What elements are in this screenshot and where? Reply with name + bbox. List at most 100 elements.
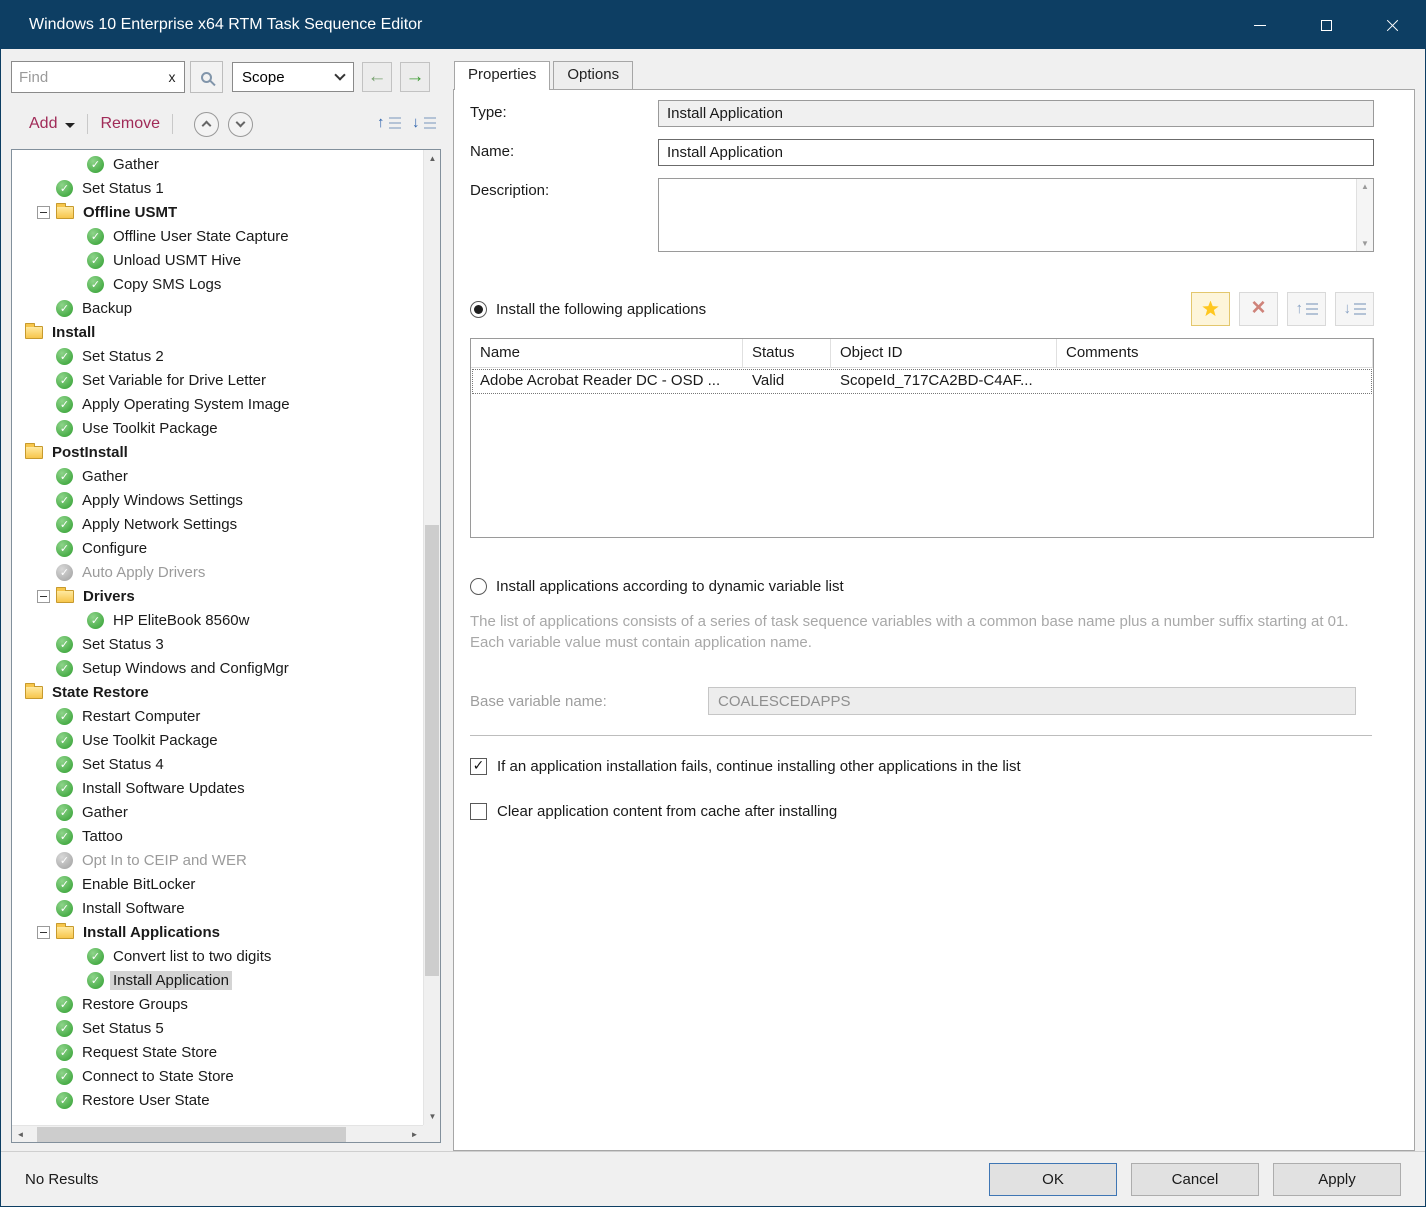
tree-item-auto-apply-drivers[interactable]: ✓Auto Apply Drivers	[12, 560, 423, 584]
tree-expander-icon[interactable]	[37, 206, 50, 219]
scroll-up-icon[interactable]	[424, 150, 441, 167]
tree-item-install[interactable]: Install	[12, 320, 423, 344]
find-previous-button[interactable]: ←	[362, 62, 392, 92]
dynamic-variable-radio-row[interactable]: Install applications according to dynami…	[470, 578, 1374, 595]
tree-item-gather[interactable]: ✓Gather	[12, 464, 423, 488]
add-button[interactable]: Add	[29, 115, 75, 133]
tree-item-tattoo[interactable]: ✓Tattoo	[12, 824, 423, 848]
clear-cache-checkbox[interactable]	[470, 803, 487, 820]
footer-buttons: OK Cancel Apply	[975, 1163, 1401, 1196]
scroll-down-icon[interactable]	[424, 1108, 441, 1125]
tree-item-gather[interactable]: ✓Gather	[12, 152, 423, 176]
apply-button[interactable]: Apply	[1273, 1163, 1401, 1196]
tree-horizontal-scrollbar[interactable]	[12, 1125, 423, 1142]
tree-item-gather[interactable]: ✓Gather	[12, 800, 423, 824]
scroll-track[interactable]	[424, 167, 440, 1108]
column-header-object-id[interactable]: Object ID	[831, 339, 1057, 367]
tree-item-set-status-4[interactable]: ✓Set Status 4	[12, 752, 423, 776]
tree-item-offline-user-state-capture[interactable]: ✓Offline User State Capture	[12, 224, 423, 248]
find-next-button[interactable]: →	[400, 62, 430, 92]
delete-x-icon: ×	[1251, 296, 1265, 320]
tree-item-convert-list-to-two-digits[interactable]: ✓Convert list to two digits	[12, 944, 423, 968]
find-clear-button[interactable]: x	[160, 69, 184, 85]
tree-item-use-toolkit-package[interactable]: ✓Use Toolkit Package	[12, 416, 423, 440]
tab-properties[interactable]: Properties	[454, 61, 550, 90]
tree-item-apply-operating-system-image[interactable]: ✓Apply Operating System Image	[12, 392, 423, 416]
tree-item-install-software[interactable]: ✓Install Software	[12, 896, 423, 920]
remove-button[interactable]: Remove	[100, 115, 160, 133]
tree-item-apply-network-settings[interactable]: ✓Apply Network Settings	[12, 512, 423, 536]
clear-cache-label: Clear application content from cache aft…	[497, 803, 837, 820]
scroll-up-icon[interactable]	[1361, 182, 1369, 191]
folder-icon	[56, 590, 74, 603]
tree-item-connect-to-state-store[interactable]: ✓Connect to State Store	[12, 1064, 423, 1088]
tree-item-configure[interactable]: ✓Configure	[12, 536, 423, 560]
scroll-down-icon[interactable]	[1361, 239, 1369, 248]
tree-item-install-software-updates[interactable]: ✓Install Software Updates	[12, 776, 423, 800]
tree-item-set-status-5[interactable]: ✓Set Status 5	[12, 1016, 423, 1040]
scroll-left-icon[interactable]	[12, 1126, 29, 1143]
scroll-right-icon[interactable]	[406, 1126, 423, 1143]
description-scrollbar[interactable]	[1356, 179, 1373, 251]
tree-item-restore-groups[interactable]: ✓Restore Groups	[12, 992, 423, 1016]
install-following-radio-row[interactable]: Install the following applications	[470, 301, 706, 318]
tree-item-state-restore[interactable]: State Restore	[12, 680, 423, 704]
tree-expander-icon[interactable]	[37, 590, 50, 603]
expand-all-button[interactable]	[228, 112, 253, 137]
move-up-button[interactable]	[376, 112, 402, 136]
ok-button[interactable]: OK	[989, 1163, 1117, 1196]
tree-item-label: Gather	[110, 155, 162, 174]
tree-item-install-applications[interactable]: Install Applications	[12, 920, 423, 944]
name-field[interactable]	[658, 139, 1374, 166]
close-button[interactable]	[1359, 1, 1425, 49]
tree-item-postinstall[interactable]: PostInstall	[12, 440, 423, 464]
dynamic-variable-radio[interactable]	[470, 578, 487, 595]
tree-item-install-application[interactable]: ✓Install Application	[12, 968, 423, 992]
minimize-button[interactable]	[1227, 1, 1293, 49]
tree-item-unload-usmt-hive[interactable]: ✓Unload USMT Hive	[12, 248, 423, 272]
cancel-button[interactable]: Cancel	[1131, 1163, 1259, 1196]
scroll-thumb[interactable]	[37, 1127, 346, 1142]
description-field[interactable]	[659, 179, 1356, 251]
install-following-radio[interactable]	[470, 301, 487, 318]
tree-item-request-state-store[interactable]: ✓Request State Store	[12, 1040, 423, 1064]
tree-item-use-toolkit-package[interactable]: ✓Use Toolkit Package	[12, 728, 423, 752]
tree-item-restore-user-state[interactable]: ✓Restore User State	[12, 1088, 423, 1112]
tree-vertical-scrollbar[interactable]	[423, 150, 440, 1125]
tab-options[interactable]: Options	[553, 61, 633, 89]
tree-item-drivers[interactable]: Drivers	[12, 584, 423, 608]
tree-item-enable-bitlocker[interactable]: ✓Enable BitLocker	[12, 872, 423, 896]
tree-item-backup[interactable]: ✓Backup	[12, 296, 423, 320]
tree-item-set-variable-for-drive-letter[interactable]: ✓Set Variable for Drive Letter	[12, 368, 423, 392]
find-input[interactable]	[12, 69, 160, 86]
maximize-button[interactable]	[1293, 1, 1359, 49]
tree-item-set-status-1[interactable]: ✓Set Status 1	[12, 176, 423, 200]
column-header-status[interactable]: Status	[743, 339, 831, 367]
tree-expander-icon[interactable]	[37, 926, 50, 939]
move-down-button[interactable]	[411, 112, 437, 136]
scroll-thumb[interactable]	[425, 525, 439, 977]
clear-cache-row[interactable]: Clear application content from cache aft…	[470, 803, 1374, 820]
move-application-up-button[interactable]	[1287, 292, 1326, 326]
tree-item-offline-usmt[interactable]: Offline USMT	[12, 200, 423, 224]
move-application-down-button[interactable]	[1335, 292, 1374, 326]
new-application-button[interactable]	[1191, 292, 1230, 326]
application-row[interactable]: Adobe Acrobat Reader DC - OSD ...ValidSc…	[471, 368, 1373, 395]
tree-item-set-status-3[interactable]: ✓Set Status 3	[12, 632, 423, 656]
search-button[interactable]	[190, 61, 223, 93]
tree-item-set-status-2[interactable]: ✓Set Status 2	[12, 344, 423, 368]
column-header-name[interactable]: Name	[471, 339, 743, 367]
column-header-comments[interactable]: Comments	[1057, 339, 1373, 367]
tree-item-hp-elitebook-8560w[interactable]: ✓HP EliteBook 8560w	[12, 608, 423, 632]
delete-application-button[interactable]: ×	[1239, 292, 1278, 326]
tree-item-restart-computer[interactable]: ✓Restart Computer	[12, 704, 423, 728]
scroll-track[interactable]	[29, 1126, 406, 1143]
continue-on-fail-row[interactable]: If an application installation fails, co…	[470, 758, 1374, 775]
scope-dropdown[interactable]: Scope	[232, 62, 354, 92]
continue-on-fail-checkbox[interactable]	[470, 758, 487, 775]
tree-item-setup-windows-and-configmgr[interactable]: ✓Setup Windows and ConfigMgr	[12, 656, 423, 680]
tree-item-opt-in-to-ceip-and-wer[interactable]: ✓Opt In to CEIP and WER	[12, 848, 423, 872]
tree-item-apply-windows-settings[interactable]: ✓Apply Windows Settings	[12, 488, 423, 512]
collapse-all-button[interactable]	[194, 112, 219, 137]
tree-item-copy-sms-logs[interactable]: ✓Copy SMS Logs	[12, 272, 423, 296]
